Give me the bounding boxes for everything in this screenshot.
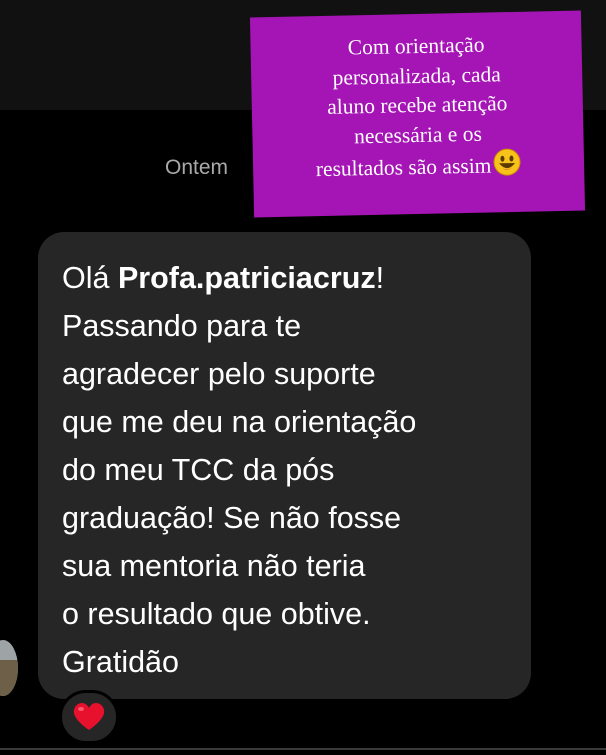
message-line: Gratidão bbox=[62, 645, 179, 679]
greeting-text: Olá bbox=[62, 261, 118, 295]
message-line: o resultado que obtive. bbox=[62, 597, 371, 631]
greeting-end: ! bbox=[375, 261, 385, 295]
message-line: Passando para te bbox=[62, 309, 302, 343]
mentioned-username: Profa.patriciacruz bbox=[117, 261, 376, 295]
message-line: sua mentoria não teria bbox=[62, 549, 366, 583]
message-line: graduação! Se não fosse bbox=[62, 501, 402, 535]
divider bbox=[0, 748, 606, 750]
heart-icon bbox=[73, 703, 105, 730]
message-line: do meu TCC da pós bbox=[62, 453, 335, 487]
heart-reaction[interactable] bbox=[59, 690, 119, 744]
message-line-greeting: Olá Profa.patriciacruz! bbox=[62, 254, 521, 302]
message-line: agradecer pelo suporte bbox=[62, 357, 376, 391]
message-bubble[interactable]: Olá Profa.patriciacruz! Passando para te… bbox=[38, 232, 531, 699]
message-timestamp: Ontem bbox=[165, 156, 229, 179]
smiley-icon bbox=[493, 148, 521, 176]
message-line: que me deu na orientação bbox=[62, 405, 417, 439]
caption-line-last: resultados são assim bbox=[269, 147, 569, 186]
caption-line-text: resultados são assim bbox=[315, 153, 492, 182]
avatar[interactable] bbox=[0, 640, 18, 696]
story-caption-box: Com orientação personalizada, cada aluno… bbox=[249, 10, 586, 218]
